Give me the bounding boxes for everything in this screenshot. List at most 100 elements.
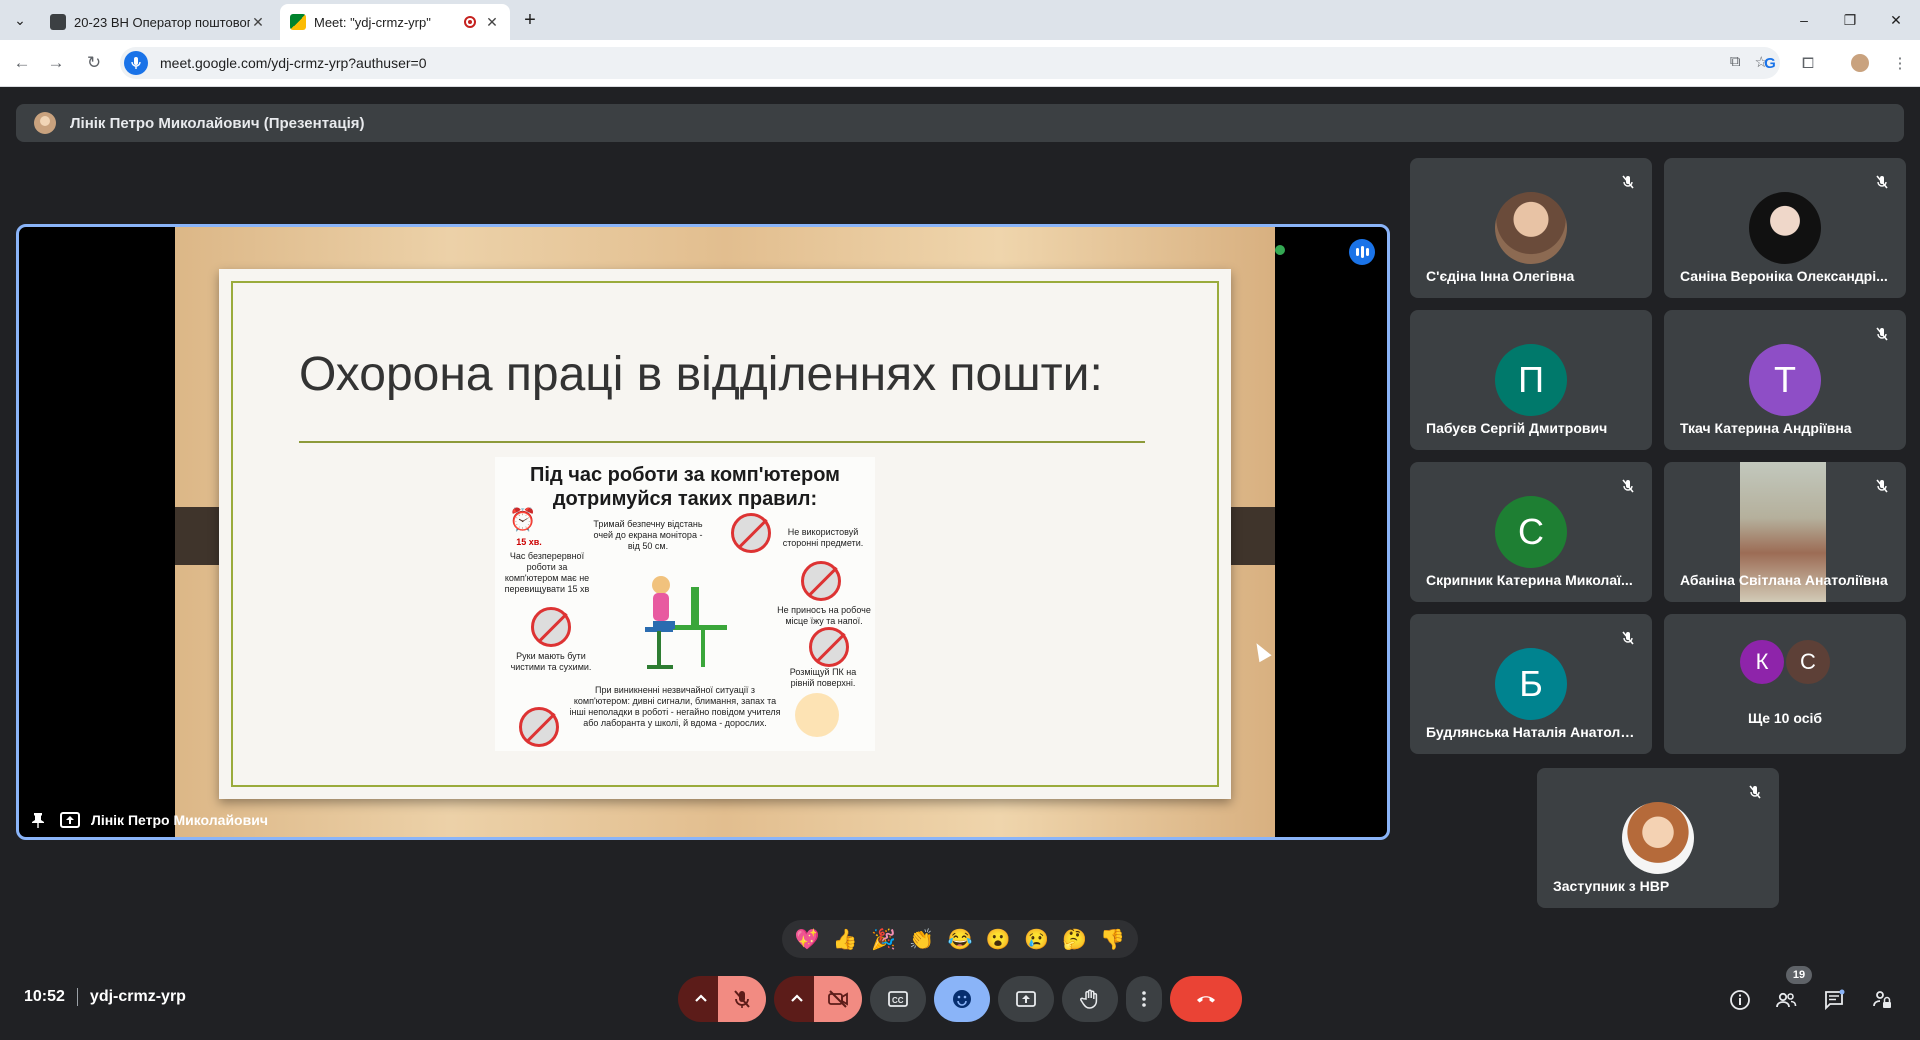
participant-tile[interactable]: С'єдіна Інна Олегівна — [1410, 158, 1652, 298]
participant-name: Ткач Катерина Андріївна — [1680, 420, 1852, 436]
presentation-stage[interactable]: Охорона праці в відділеннях пошти: Під ч… — [16, 224, 1390, 840]
camera-toggle-button[interactable] — [814, 976, 862, 1022]
participant-name: Скрипник Катерина Миколаї... — [1426, 572, 1633, 588]
mic-off-icon — [1870, 474, 1894, 498]
url-text: meet.google.com/ydj-crmz-yrp?authuser=0 — [160, 55, 427, 71]
slide-background: Охорона праці в відділеннях пошти: Під ч… — [175, 227, 1275, 837]
participant-tile[interactable]: Абаніна Світлана Анатоліївна — [1664, 462, 1906, 602]
tab-search-chevron-icon[interactable]: ⌄ — [8, 8, 32, 32]
participant-tile[interactable]: Заступник з НВР — [1537, 768, 1779, 908]
presenter-avatar — [34, 112, 56, 134]
no-tools-icon — [801, 561, 841, 601]
poster-text: Не використовуй сторонні предмети. — [782, 527, 864, 548]
child-at-computer-icon — [795, 693, 839, 737]
participant-tile[interactable]: Саніна Вероніка Олександрі... — [1664, 158, 1906, 298]
recording-icon — [464, 16, 476, 28]
people-button[interactable] — [1772, 986, 1800, 1014]
restore-button[interactable]: ❐ — [1830, 8, 1870, 32]
presenting-screen-icon — [59, 809, 81, 831]
poster-text: Час безперервної роботи за комп'ютером м… — [504, 551, 590, 594]
reaction-clap-icon[interactable]: 👏 — [909, 927, 934, 952]
host-controls-button[interactable] — [1868, 986, 1896, 1014]
safety-poster: Під час роботи за комп'ютером дотримуйся… — [495, 457, 875, 751]
reaction-thumbs-down-icon[interactable]: 👎 — [1100, 927, 1125, 952]
speaking-indicator-icon — [1349, 239, 1375, 265]
participant-name: Заступник з НВР — [1553, 878, 1670, 894]
participant-avatar: С — [1495, 496, 1567, 568]
extensions-puzzle-icon[interactable]: ⧠ — [1796, 51, 1820, 75]
reaction-party-icon[interactable]: 🎉 — [871, 927, 896, 952]
participant-tile[interactable]: С Скрипник Катерина Миколаї... — [1410, 462, 1652, 602]
new-tab-button[interactable]: + — [518, 8, 542, 32]
tab-meet[interactable]: Meet: "ydj-crmz-yrp" ✕ — [280, 4, 510, 40]
meeting-info: 10:52 ydj-crmz-yrp — [24, 988, 186, 1006]
poster-heading: Під час роботи за комп'ютером дотримуйся… — [495, 463, 875, 511]
tab-close-icon[interactable]: ✕ — [250, 14, 266, 31]
microphone-toggle-button[interactable] — [718, 976, 766, 1022]
participant-avatar — [1749, 192, 1821, 264]
poster-text: Тримай безпечну відстань очей до екрана … — [593, 519, 703, 551]
reactions-bar: 💖 👍 🎉 👏 😂 😮 😢 🤔 👎 — [782, 920, 1138, 958]
more-vertical-icon — [1142, 991, 1146, 1007]
profile-avatar-icon[interactable] — [1848, 51, 1872, 75]
pin-icon[interactable] — [27, 809, 49, 831]
emoji-smile-icon — [953, 990, 971, 1008]
reaction-sad-icon[interactable]: 😢 — [1024, 927, 1049, 952]
workstation-illustration-icon — [645, 576, 727, 669]
forward-arrow-icon[interactable]: → — [42, 49, 70, 77]
minimize-button[interactable]: – — [1784, 8, 1824, 32]
reaction-thinking-icon[interactable]: 🤔 — [1062, 927, 1087, 952]
mic-off-icon — [734, 990, 750, 1008]
chevron-up-icon — [791, 994, 803, 1002]
mic-off-icon — [1616, 474, 1640, 498]
meet-favicon-icon — [290, 14, 306, 30]
raise-hand-button[interactable] — [1062, 976, 1118, 1022]
browser-toolbar: ← → ↻ meet.google.com/ydj-crmz-yrp?authu… — [0, 40, 1920, 87]
more-participants-tile[interactable]: К С Ще 10 осіб — [1664, 614, 1906, 754]
reaction-thumbs-up-icon[interactable]: 👍 — [833, 927, 858, 952]
present-screen-button[interactable] — [998, 976, 1054, 1022]
slide: Охорона праці в відділеннях пошти: Під ч… — [219, 269, 1231, 799]
translate-icon[interactable]: G — [1758, 51, 1782, 75]
tab-operator[interactable]: 20-23 ВН Оператор поштового ✕ — [40, 4, 276, 40]
participant-name: Абаніна Світлана Анатоліївна — [1680, 572, 1888, 588]
camera-off-icon — [828, 990, 848, 1008]
participant-tile[interactable]: Т Ткач Катерина Андріївна — [1664, 310, 1906, 450]
presenter-bar: Лінік Петро Миколайович (Презентація) — [16, 104, 1904, 142]
tab-strip: ⌄ 20-23 ВН Оператор поштового ✕ Meet: "y… — [0, 0, 1920, 40]
reaction-laugh-icon[interactable]: 😂 — [948, 927, 973, 952]
open-in-window-icon[interactable]: ⧉ — [1730, 53, 1741, 71]
warning-icon — [519, 707, 559, 747]
browser-menu-icon[interactable]: ⋮ — [1888, 51, 1912, 75]
participant-avatar: С — [1786, 640, 1830, 684]
more-options-button[interactable] — [1126, 976, 1162, 1022]
participant-tile[interactable]: П Пабуєв Сергій Дмитрович — [1410, 310, 1652, 450]
poster-heading-line-2: дотримуйся таких правил: — [552, 488, 818, 510]
reactions-button[interactable] — [934, 976, 990, 1022]
clean-hands-icon — [531, 607, 571, 647]
chevron-up-icon — [695, 994, 707, 1002]
meeting-code: ydj-crmz-yrp — [89, 988, 186, 1005]
chat-button[interactable] — [1820, 986, 1848, 1014]
captions-button[interactable]: CC — [870, 976, 926, 1022]
address-bar[interactable]: meet.google.com/ydj-crmz-yrp?authuser=0 … — [120, 47, 1780, 79]
microphone-in-use-icon[interactable] — [124, 51, 148, 75]
back-arrow-icon[interactable]: ← — [8, 49, 36, 77]
mic-off-icon — [1743, 780, 1767, 804]
slide-title: Охорона праці в відділеннях пошти: — [299, 348, 1103, 401]
participant-name: Пабуєв Сергій Дмитрович — [1426, 420, 1608, 436]
tab-close-icon[interactable]: ✕ — [484, 14, 500, 31]
leave-call-button[interactable] — [1170, 976, 1242, 1022]
present-screen-icon — [1016, 991, 1036, 1007]
poster-text: Руки мають бути чистими та сухими. — [510, 651, 592, 672]
participant-name: Будлянська Наталія Анатолії... — [1426, 724, 1638, 740]
close-window-button[interactable]: ✕ — [1876, 8, 1916, 32]
reaction-surprised-icon[interactable]: 😮 — [986, 927, 1011, 952]
meeting-details-button[interactable] — [1726, 986, 1754, 1014]
lock-person-icon — [1873, 991, 1891, 1008]
mic-off-icon — [1616, 626, 1640, 650]
reload-icon[interactable]: ↻ — [80, 49, 108, 77]
reaction-heart-icon[interactable]: 💖 — [795, 927, 820, 952]
participant-tile[interactable]: Б Будлянська Наталія Анатолії... — [1410, 614, 1652, 754]
participant-count-badge: 19 — [1786, 966, 1812, 984]
